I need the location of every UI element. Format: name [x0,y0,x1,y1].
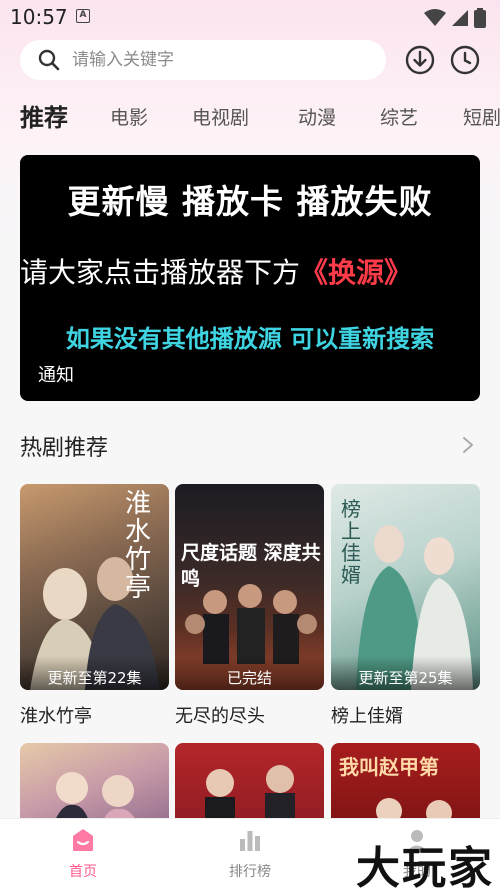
download-icon[interactable] [404,44,436,76]
status-time: 10:57 [10,5,68,29]
status-icons [424,8,486,28]
nav-home[interactable]: 首页 [33,827,133,881]
history-clock-icon[interactable] [449,44,481,76]
poster-image: 淮水竹亭 更新至第22集 [20,484,169,690]
tab-movies[interactable]: 电影 [110,96,148,140]
notice-banner[interactable]: 更新慢 播放卡 播放失败 请大家点击播放器下方《换源》 如果没有其他播放源 可以… [20,155,480,401]
tab-anime[interactable]: 动漫 [298,96,336,140]
nav-label: 排行榜 [229,864,271,880]
banner-headline: 更新慢 播放卡 播放失败 [67,182,433,221]
wifi-icon [424,9,446,26]
banner-highlight: 《换源》 [300,256,413,289]
card-title: 榜上佳婿 [331,706,403,727]
nav-label: 首页 [69,864,97,880]
banner-hint: 如果没有其他播放源 可以重新搜索 [65,325,435,353]
drama-card[interactable]: 榜上佳婿 更新至第25集 榜上佳婿 [331,484,480,728]
card-title: 无尽的尽头 [175,706,265,727]
banner-instruction-text: 请大家点击播放器下方 [20,256,301,289]
section-title: 热剧推荐 [20,436,109,461]
episode-badge: 已完结 [175,656,324,690]
drama-card[interactable]: 淮水竹亭 更新至第22集 淮水竹亭 [20,484,169,728]
status-bar: 10:57 A [0,0,500,34]
banner-instruction: 请大家点击播放器下方《换源》 [20,251,480,291]
search-icon [38,49,60,71]
poster-title: 淮水竹亭 [125,489,152,603]
search-bar[interactable] [20,40,386,80]
poster-title: 榜上佳婿 [341,497,361,587]
poster-image: 尺度话题 深度共鸣 已完结 [175,484,324,690]
battery-icon [474,8,486,28]
episode-badge: 更新至第25集 [331,656,480,690]
banner-caption: 通知 [38,365,74,386]
home-icon [73,829,93,851]
tab-recommend[interactable]: 推荐 [20,96,68,140]
search-input[interactable] [72,40,372,80]
chevron-right-icon[interactable] [460,435,476,455]
poster-image: 榜上佳婿 更新至第25集 [331,484,480,690]
tab-short-drama[interactable]: 短剧 [463,96,500,140]
nav-ranking[interactable]: 排行榜 [200,827,300,881]
watermark: 大玩家 [356,843,494,888]
card-title: 淮水竹亭 [20,706,92,727]
poster-title: 我叫赵甲第 [339,755,439,779]
app-notification-icon: A [76,9,90,23]
category-tabs: 推荐 电影 电视剧 动漫 综艺 短剧 [0,96,500,140]
tab-tv-series[interactable]: 电视剧 [192,96,249,140]
tab-variety[interactable]: 综艺 [380,96,418,140]
signal-icon [452,10,468,26]
bar-chart-icon [240,831,260,851]
episode-badge: 更新至第22集 [20,656,169,690]
poster-title: 尺度话题 深度共鸣 [181,542,321,590]
drama-card[interactable]: 尺度话题 深度共鸣 已完结 无尽的尽头 [175,484,324,728]
